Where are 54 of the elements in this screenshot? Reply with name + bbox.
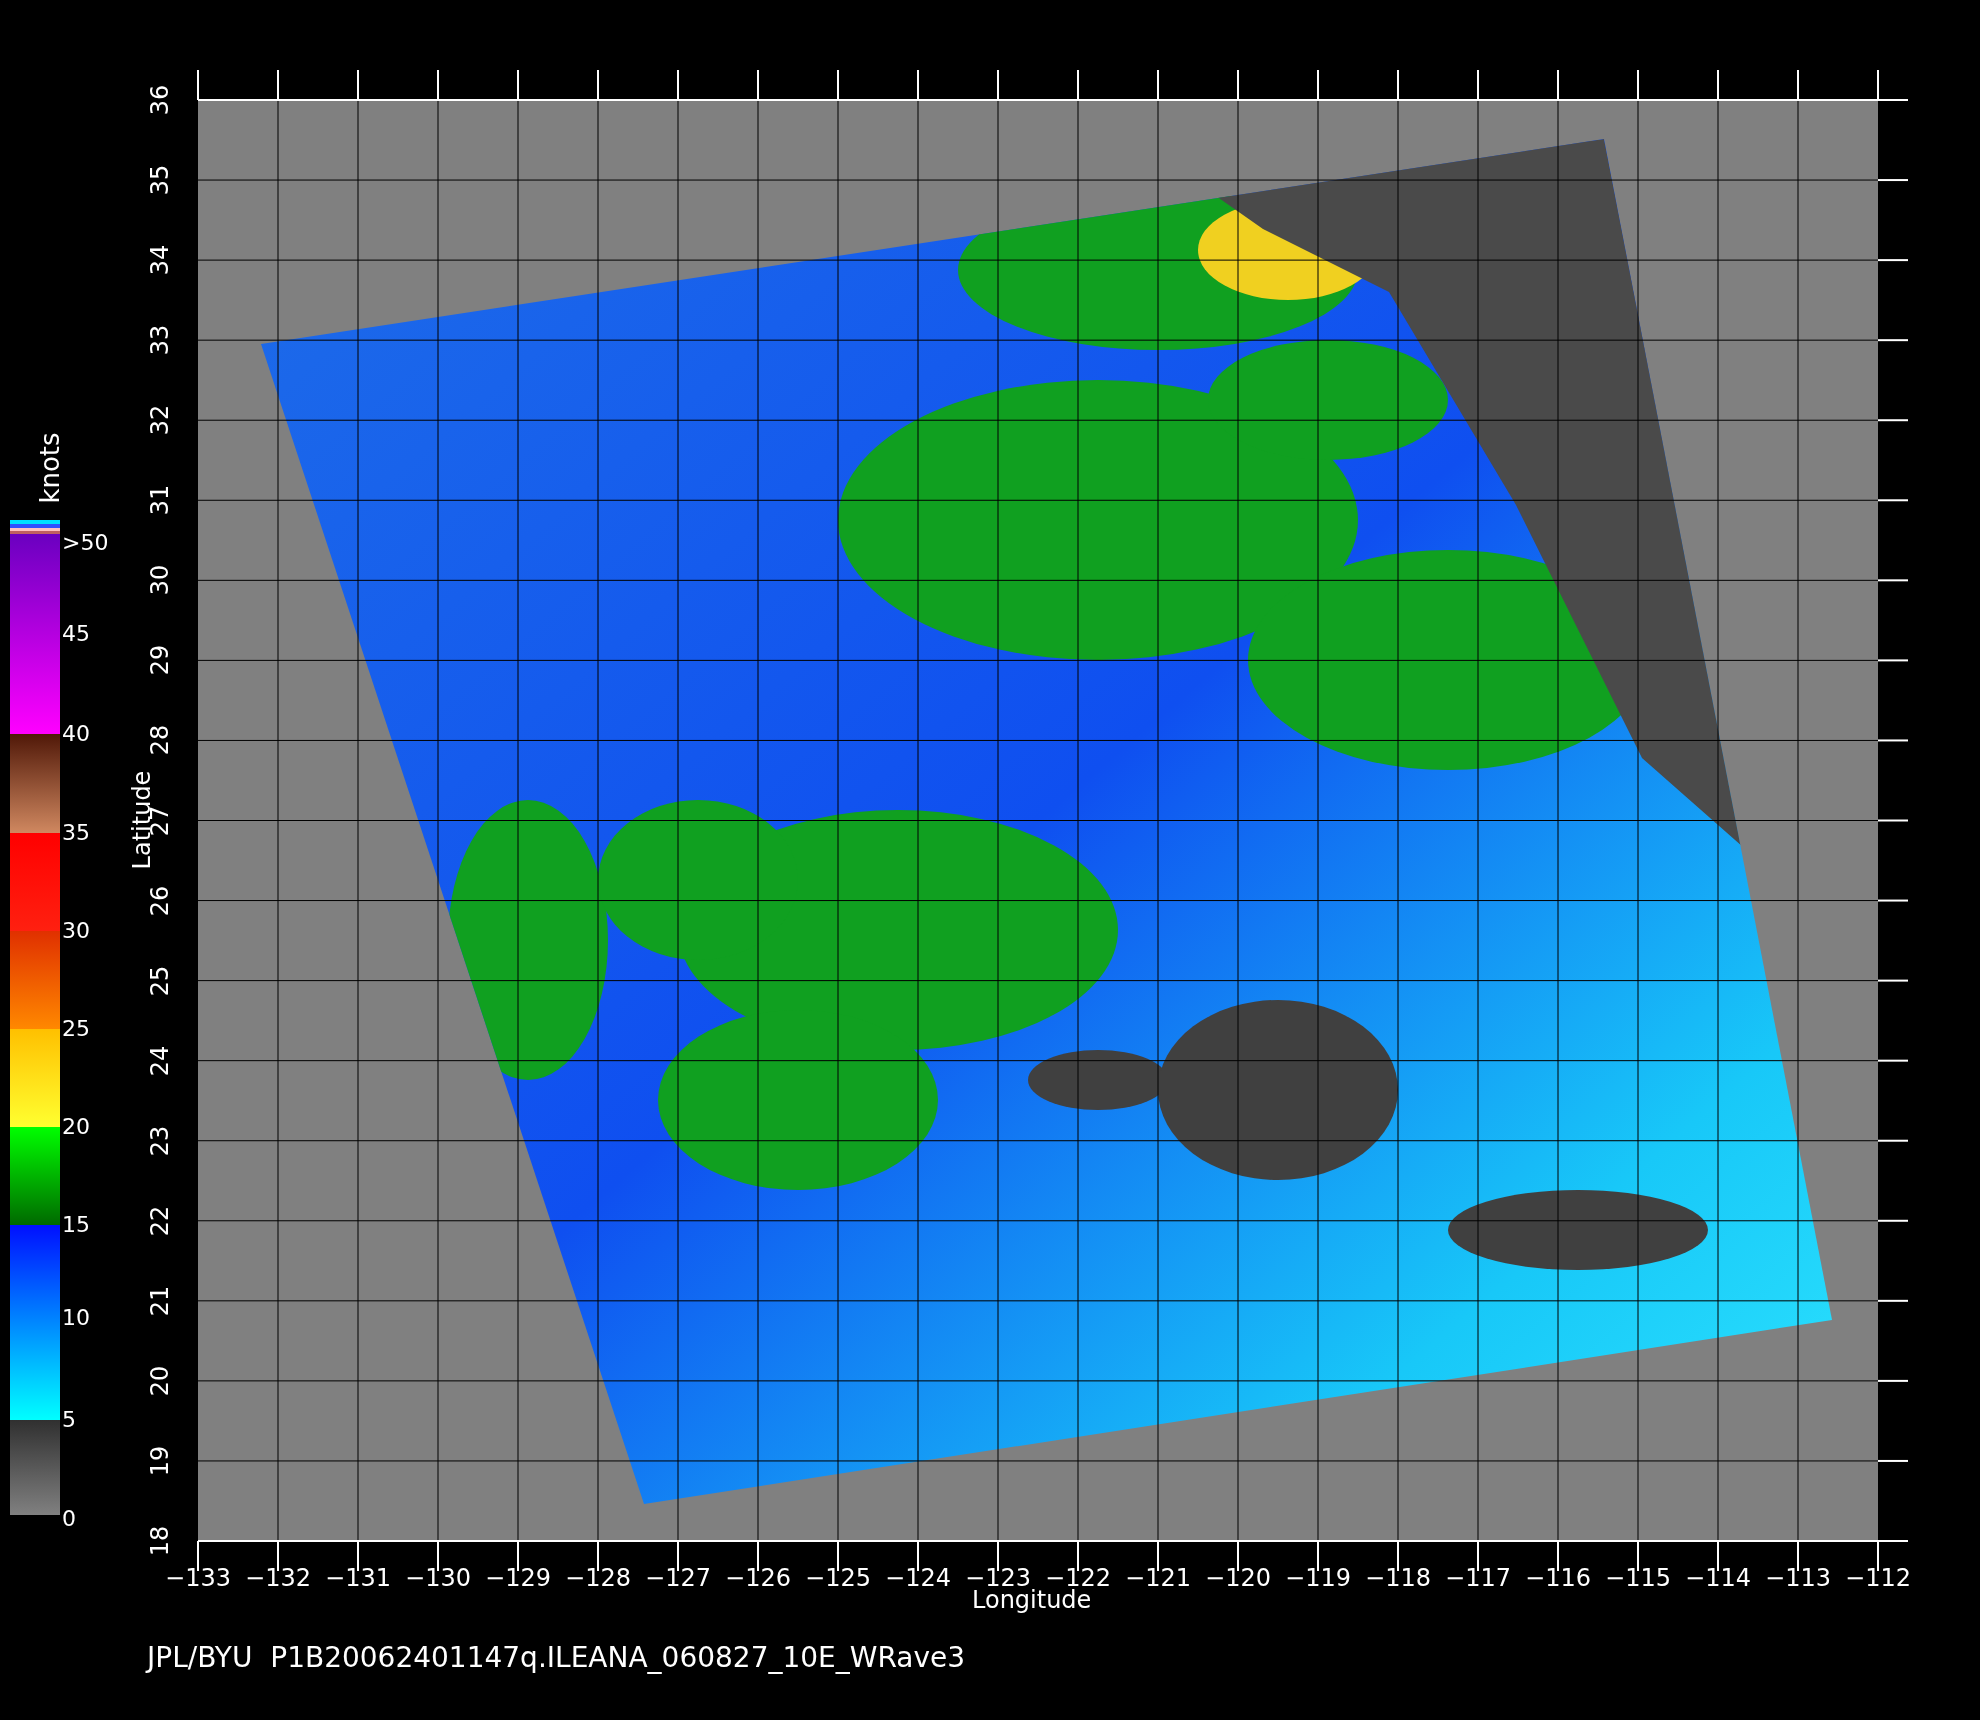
axis-tick-label: −127: [645, 1566, 711, 1590]
axis-tick-label: −112: [1845, 1566, 1911, 1590]
axis-tick-label: −132: [245, 1566, 311, 1590]
scale-label: 40: [62, 723, 90, 745]
scale-label: 35: [62, 822, 90, 844]
axis-tick-label: −130: [405, 1566, 471, 1590]
scale-unit-label: knots: [37, 432, 63, 504]
axis-tick-label: −118: [1365, 1566, 1431, 1590]
axis-tick-label: 26: [148, 885, 172, 916]
axis-tick-label: 30: [148, 565, 172, 596]
axis-tick-label: 31: [148, 485, 172, 516]
axis-tick-label: −121: [1125, 1566, 1191, 1590]
axis-tick-label: 35: [148, 164, 172, 196]
axis-title: Longitude: [972, 1588, 1092, 1612]
axis-tick-label: −126: [725, 1566, 791, 1590]
axis-tick-label: 36: [148, 84, 172, 116]
scale-label: 20: [62, 1116, 90, 1138]
axis-tick-label: −133: [165, 1566, 231, 1590]
axis-tick-label: 24: [148, 1045, 172, 1076]
axis-tick-label: −117: [1445, 1566, 1511, 1590]
axis-tick-label: −113: [1765, 1566, 1831, 1590]
axis-tick-label: 29: [148, 645, 172, 676]
scale-label: 25: [62, 1018, 90, 1040]
axis-tick-label: −129: [485, 1566, 551, 1590]
scale-label: 0: [62, 1508, 76, 1530]
scale-label: >50: [62, 532, 109, 554]
axis-tick-label: 19: [148, 1445, 172, 1477]
axis-tick-label: 18: [148, 1525, 172, 1557]
axis-tick-label: −114: [1685, 1566, 1751, 1590]
axis-tick-label: −123: [965, 1566, 1031, 1590]
scale-label: 30: [62, 920, 90, 942]
axis-tick-label: −120: [1205, 1566, 1271, 1590]
scale-label: 45: [62, 623, 90, 645]
axis-tick-label: 23: [148, 1125, 172, 1156]
axis-tick-label: −116: [1525, 1566, 1591, 1590]
scale-label: 10: [62, 1307, 90, 1329]
axis-tick-label: −115: [1605, 1566, 1671, 1590]
axis-tick-label: −125: [805, 1566, 871, 1590]
axis-tick-label: 25: [148, 965, 172, 996]
image-caption: JPL/BYU P1B20062401147q.ILEANA_060827_10E_WRave3: [147, 1644, 966, 1672]
scale-label: 5: [62, 1409, 76, 1431]
axis-tick-label: 34: [148, 244, 172, 276]
axis-tick-label: −128: [565, 1566, 631, 1590]
axis-tick-label: 20: [148, 1365, 172, 1397]
axis-tick-label: 21: [148, 1285, 172, 1317]
axis-tick-label: −131: [325, 1566, 391, 1590]
axis-tick-label: −124: [885, 1566, 951, 1590]
axis-tick-label: −122: [1045, 1566, 1111, 1590]
axis-tick-label: −119: [1285, 1566, 1351, 1590]
axis-tick-label: 28: [148, 725, 172, 756]
scale-label: 15: [62, 1214, 90, 1236]
axis-tick-label: 32: [148, 404, 172, 436]
axis-tick-label: 22: [148, 1205, 172, 1237]
axis-tick-label: 33: [148, 324, 172, 356]
